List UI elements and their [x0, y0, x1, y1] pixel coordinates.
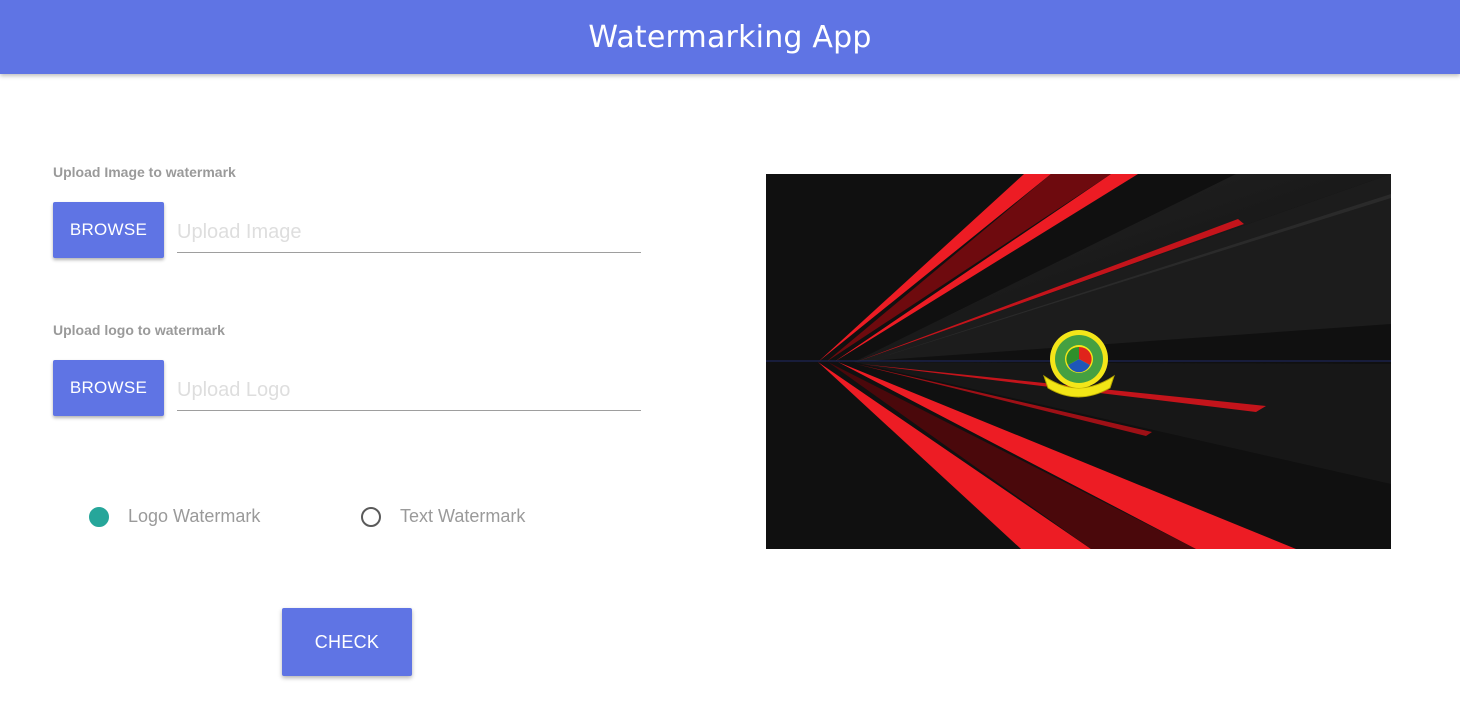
radio-logo-watermark[interactable]: Logo Watermark — [89, 506, 260, 527]
watermarked-image-preview — [766, 174, 1391, 549]
radio-checked-icon[interactable] — [89, 506, 109, 527]
upload-image-input[interactable] — [177, 212, 641, 253]
logo-upload-label: Upload logo to watermark — [53, 322, 225, 338]
image-upload-label: Upload Image to watermark — [53, 164, 236, 180]
radio-unchecked-icon[interactable] — [361, 506, 381, 527]
browse-image-button[interactable]: BROWSE — [53, 202, 164, 258]
radio-text-watermark-label: Text Watermark — [400, 506, 526, 526]
app-header: Watermarking App — [0, 0, 1460, 74]
browse-logo-button[interactable]: BROWSE — [53, 360, 164, 416]
radio-text-watermark[interactable]: Text Watermark — [361, 506, 525, 527]
upload-logo-input[interactable] — [177, 370, 641, 411]
check-button[interactable]: CHECK — [282, 608, 412, 676]
radio-logo-watermark-label: Logo Watermark — [128, 506, 261, 526]
preview-artwork — [766, 174, 1391, 549]
app-title: Watermarking App — [588, 19, 872, 55]
